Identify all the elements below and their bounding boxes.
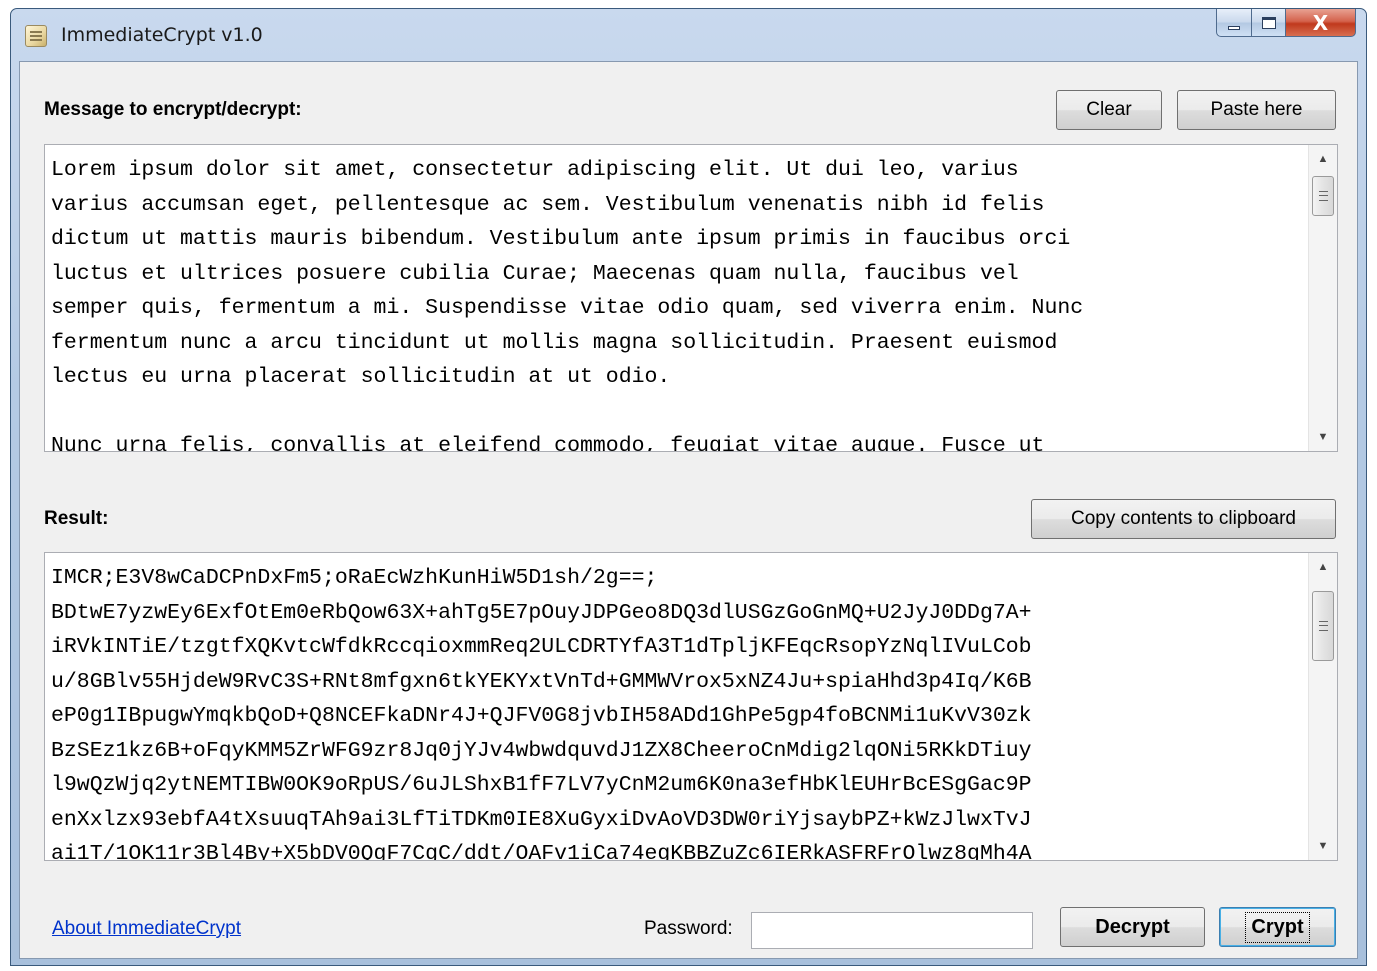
scroll-thumb[interactable] xyxy=(1312,591,1334,661)
result-text: IMCR;E3V8wCaDCPnDxFm5;oRaEcWzhKunHiW5D1s… xyxy=(51,566,1032,860)
message-textarea[interactable]: Lorem ipsum dolor sit amet, consectetur … xyxy=(44,144,1338,452)
paste-here-button[interactable]: Paste here xyxy=(1177,90,1336,130)
maximize-button[interactable] xyxy=(1252,9,1286,37)
close-icon: X xyxy=(1312,10,1329,35)
result-textarea[interactable]: IMCR;E3V8wCaDCPnDxFm5;oRaEcWzhKunHiW5D1s… xyxy=(44,552,1338,861)
minimize-button[interactable] xyxy=(1216,9,1252,37)
scroll-up-icon[interactable]: ▲ xyxy=(1309,553,1337,581)
result-scrollbar[interactable]: ▲ ▼ xyxy=(1308,553,1337,860)
message-text: Lorem ipsum dolor sit amet, consectetur … xyxy=(51,158,1084,451)
crypt-button-label: Crypt xyxy=(1245,911,1310,943)
scroll-down-icon[interactable]: ▼ xyxy=(1309,423,1337,451)
window-controls: X xyxy=(1216,9,1356,39)
scroll-down-icon[interactable]: ▼ xyxy=(1309,832,1337,860)
message-scrollbar[interactable]: ▲ ▼ xyxy=(1308,145,1337,451)
app-window: ImmediateCrypt v1.0 X Message to encrypt… xyxy=(10,8,1367,966)
maximize-icon xyxy=(1261,16,1276,29)
grip-icon xyxy=(1318,191,1328,201)
crypt-button[interactable]: Crypt xyxy=(1219,907,1336,947)
password-label: Password: xyxy=(644,918,733,939)
decrypt-button[interactable]: Decrypt xyxy=(1060,907,1205,947)
close-button[interactable]: X xyxy=(1286,9,1356,37)
minimize-icon xyxy=(1228,25,1240,30)
client-area: Message to encrypt/decrypt: Clear Paste … xyxy=(19,61,1358,959)
message-label: Message to encrypt/decrypt: xyxy=(44,99,302,120)
app-icon xyxy=(25,25,47,47)
copy-to-clipboard-button[interactable]: Copy contents to clipboard xyxy=(1031,499,1336,539)
window-title: ImmediateCrypt v1.0 xyxy=(61,24,263,46)
grip-icon xyxy=(1318,621,1328,631)
about-link[interactable]: About ImmediateCrypt xyxy=(52,918,241,940)
clear-button[interactable]: Clear xyxy=(1056,90,1162,130)
scroll-up-icon[interactable]: ▲ xyxy=(1309,145,1337,173)
result-label: Result: xyxy=(44,508,109,529)
password-input[interactable] xyxy=(751,912,1033,949)
title-bar[interactable]: ImmediateCrypt v1.0 X xyxy=(11,9,1366,61)
scroll-thumb[interactable] xyxy=(1312,176,1334,216)
